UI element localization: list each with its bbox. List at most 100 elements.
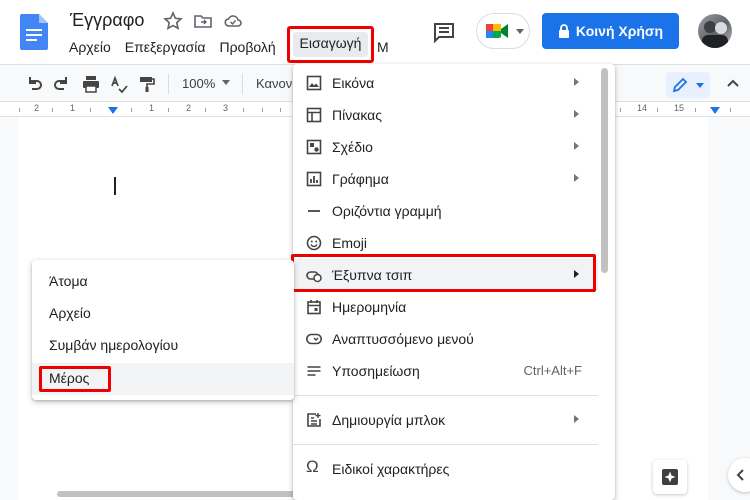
- chip-file-item[interactable]: Αρχείο: [32, 298, 294, 330]
- menu-scrollbar[interactable]: [601, 68, 608, 273]
- insert-special-characters-label: Ειδικοί χαρακτήρες: [332, 461, 450, 477]
- zoom-caret-icon[interactable]: [222, 80, 230, 85]
- cloud-saved-icon[interactable]: [223, 11, 243, 31]
- chip-calendar-event-label: Συμβάν ημερολογίου: [49, 337, 179, 353]
- ruler-tick: [730, 108, 731, 112]
- submenu-arrow-icon: [574, 415, 579, 423]
- insert-dropdown-label: Αναπτυσσόμενο μενού: [332, 331, 474, 347]
- ruler-tick: [280, 108, 281, 112]
- horizontal-line-icon: [308, 210, 320, 212]
- submenu-arrow-icon: [574, 142, 579, 150]
- insert-chart-item[interactable]: Γράφημα: [293, 163, 598, 195]
- explore-button[interactable]: [653, 460, 687, 494]
- insert-table-label: Πίνακας: [332, 107, 382, 123]
- menu-format-partial[interactable]: Μ: [377, 39, 389, 55]
- insert-image-item[interactable]: Εικόνα: [293, 67, 598, 99]
- ruler-number: 14: [637, 103, 648, 113]
- insert-horizontal-line-label: Οριζόντια γραμμή: [332, 203, 442, 219]
- zoom-select[interactable]: 100%: [182, 76, 215, 91]
- ruler-number: 3: [223, 103, 229, 113]
- chart-icon: [306, 171, 322, 187]
- insert-footnote-item[interactable]: Υποσημείωση Ctrl+Alt+F: [293, 355, 598, 387]
- dropdown-icon: [306, 333, 322, 345]
- building-block-icon: [307, 413, 321, 427]
- document-title[interactable]: Έγγραφο: [70, 10, 144, 31]
- user-avatar[interactable]: [698, 14, 732, 48]
- submenu-arrow-icon: [574, 78, 579, 86]
- submenu-arrow-icon: [574, 110, 579, 118]
- ruler-tick: [168, 108, 169, 112]
- insert-horizontal-line-item[interactable]: Οριζόντια γραμμή: [293, 195, 598, 227]
- ruler-number: 2: [34, 103, 40, 113]
- omega-icon: Ω: [306, 457, 319, 476]
- app-header: Έγγραφο Αρχείο Επεξεργασία Προβολή Εισαγ…: [0, 0, 750, 64]
- spellcheck-icon[interactable]: [110, 75, 128, 93]
- move-to-folder-icon[interactable]: [193, 11, 213, 31]
- paint-format-icon[interactable]: [138, 75, 156, 93]
- toolbar-divider: [168, 74, 169, 94]
- ruler-tick: [131, 108, 132, 112]
- insert-dropdown-item[interactable]: Αναπτυσσόμενο μενού: [293, 323, 598, 355]
- comments-icon[interactable]: [432, 20, 456, 44]
- ruler-tick: [262, 108, 263, 112]
- emoji-icon: [306, 235, 322, 251]
- insert-table-item[interactable]: Πίνακας: [293, 99, 598, 131]
- chip-calendar-event-item[interactable]: Συμβάν ημερολογίου: [32, 330, 294, 362]
- ruler-number: 1: [149, 103, 155, 113]
- paragraph-style-select[interactable]: Κανονι: [256, 76, 295, 91]
- left-indent-marker[interactable]: [108, 107, 118, 114]
- footnote-shortcut: Ctrl+Alt+F: [523, 363, 582, 378]
- menu-separator: [293, 444, 598, 445]
- share-button[interactable]: Κοινή Χρήση: [542, 13, 679, 49]
- menu-edit[interactable]: Επεξεργασία: [118, 36, 213, 60]
- insert-footnote-label: Υποσημείωση: [332, 363, 420, 379]
- menu-view[interactable]: Προβολή: [212, 36, 282, 60]
- ruler-tick: [90, 108, 91, 112]
- table-icon: [306, 107, 322, 123]
- insert-date-item[interactable]: Ημερομηνία: [293, 291, 598, 323]
- insert-building-blocks-label: Δημιουργία μπλοκ: [332, 412, 446, 428]
- share-label: Κοινή Χρήση: [575, 23, 664, 39]
- smart-chips-highlight: [291, 254, 596, 292]
- lock-icon: [558, 24, 569, 38]
- ruler-tick: [695, 108, 696, 112]
- docs-logo-icon[interactable]: [20, 14, 48, 50]
- insert-image-label: Εικόνα: [332, 75, 375, 91]
- star-icon[interactable]: [163, 11, 183, 31]
- drawing-icon: [306, 139, 322, 155]
- editing-mode-button[interactable]: [666, 72, 710, 98]
- ruler-number: 1: [70, 103, 76, 113]
- ruler-tick: [52, 108, 53, 112]
- insert-building-blocks-item[interactable]: Δημιουργία μπλοκ: [293, 404, 598, 436]
- insert-drawing-item[interactable]: Σχέδιο: [293, 131, 598, 163]
- menu-file[interactable]: Αρχείο: [62, 36, 118, 60]
- menu-bar: Αρχείο Επεξεργασία Προβολή: [62, 36, 283, 60]
- side-panel-toggle[interactable]: [728, 458, 750, 492]
- insert-special-characters-item[interactable]: Ω Ειδικοί χαρακτήρες: [293, 453, 598, 485]
- chip-people-label: Άτομα: [49, 273, 88, 289]
- explore-sparkle-icon: [662, 469, 678, 485]
- print-icon[interactable]: [82, 75, 100, 93]
- chip-people-item[interactable]: Άτομα: [32, 266, 294, 298]
- meet-button[interactable]: [476, 13, 530, 49]
- chevron-up-icon[interactable]: [724, 75, 742, 93]
- ruler-tick: [243, 108, 244, 112]
- redo-icon[interactable]: [53, 75, 71, 93]
- menu-insert[interactable]: Εισαγωγή: [290, 35, 371, 51]
- editing-mode-caret-icon: [696, 83, 704, 88]
- avatar-photo-icon: [702, 21, 728, 48]
- menu-separator: [293, 395, 598, 396]
- ruler-tick: [657, 108, 658, 112]
- ruler-tick: [620, 108, 621, 112]
- ruler-number: 2: [186, 103, 192, 113]
- pencil-icon: [672, 77, 688, 93]
- chip-file-label: Αρχείο: [49, 305, 91, 321]
- ruler-tick: [19, 108, 20, 112]
- insert-drawing-label: Σχέδιο: [332, 139, 373, 155]
- insert-emoji-label: Emoji: [332, 235, 368, 251]
- right-indent-marker[interactable]: [710, 107, 720, 114]
- submenu-arrow-icon: [574, 174, 579, 182]
- chevron-left-icon: [736, 469, 744, 481]
- image-icon: [306, 75, 322, 91]
- undo-icon[interactable]: [25, 75, 43, 93]
